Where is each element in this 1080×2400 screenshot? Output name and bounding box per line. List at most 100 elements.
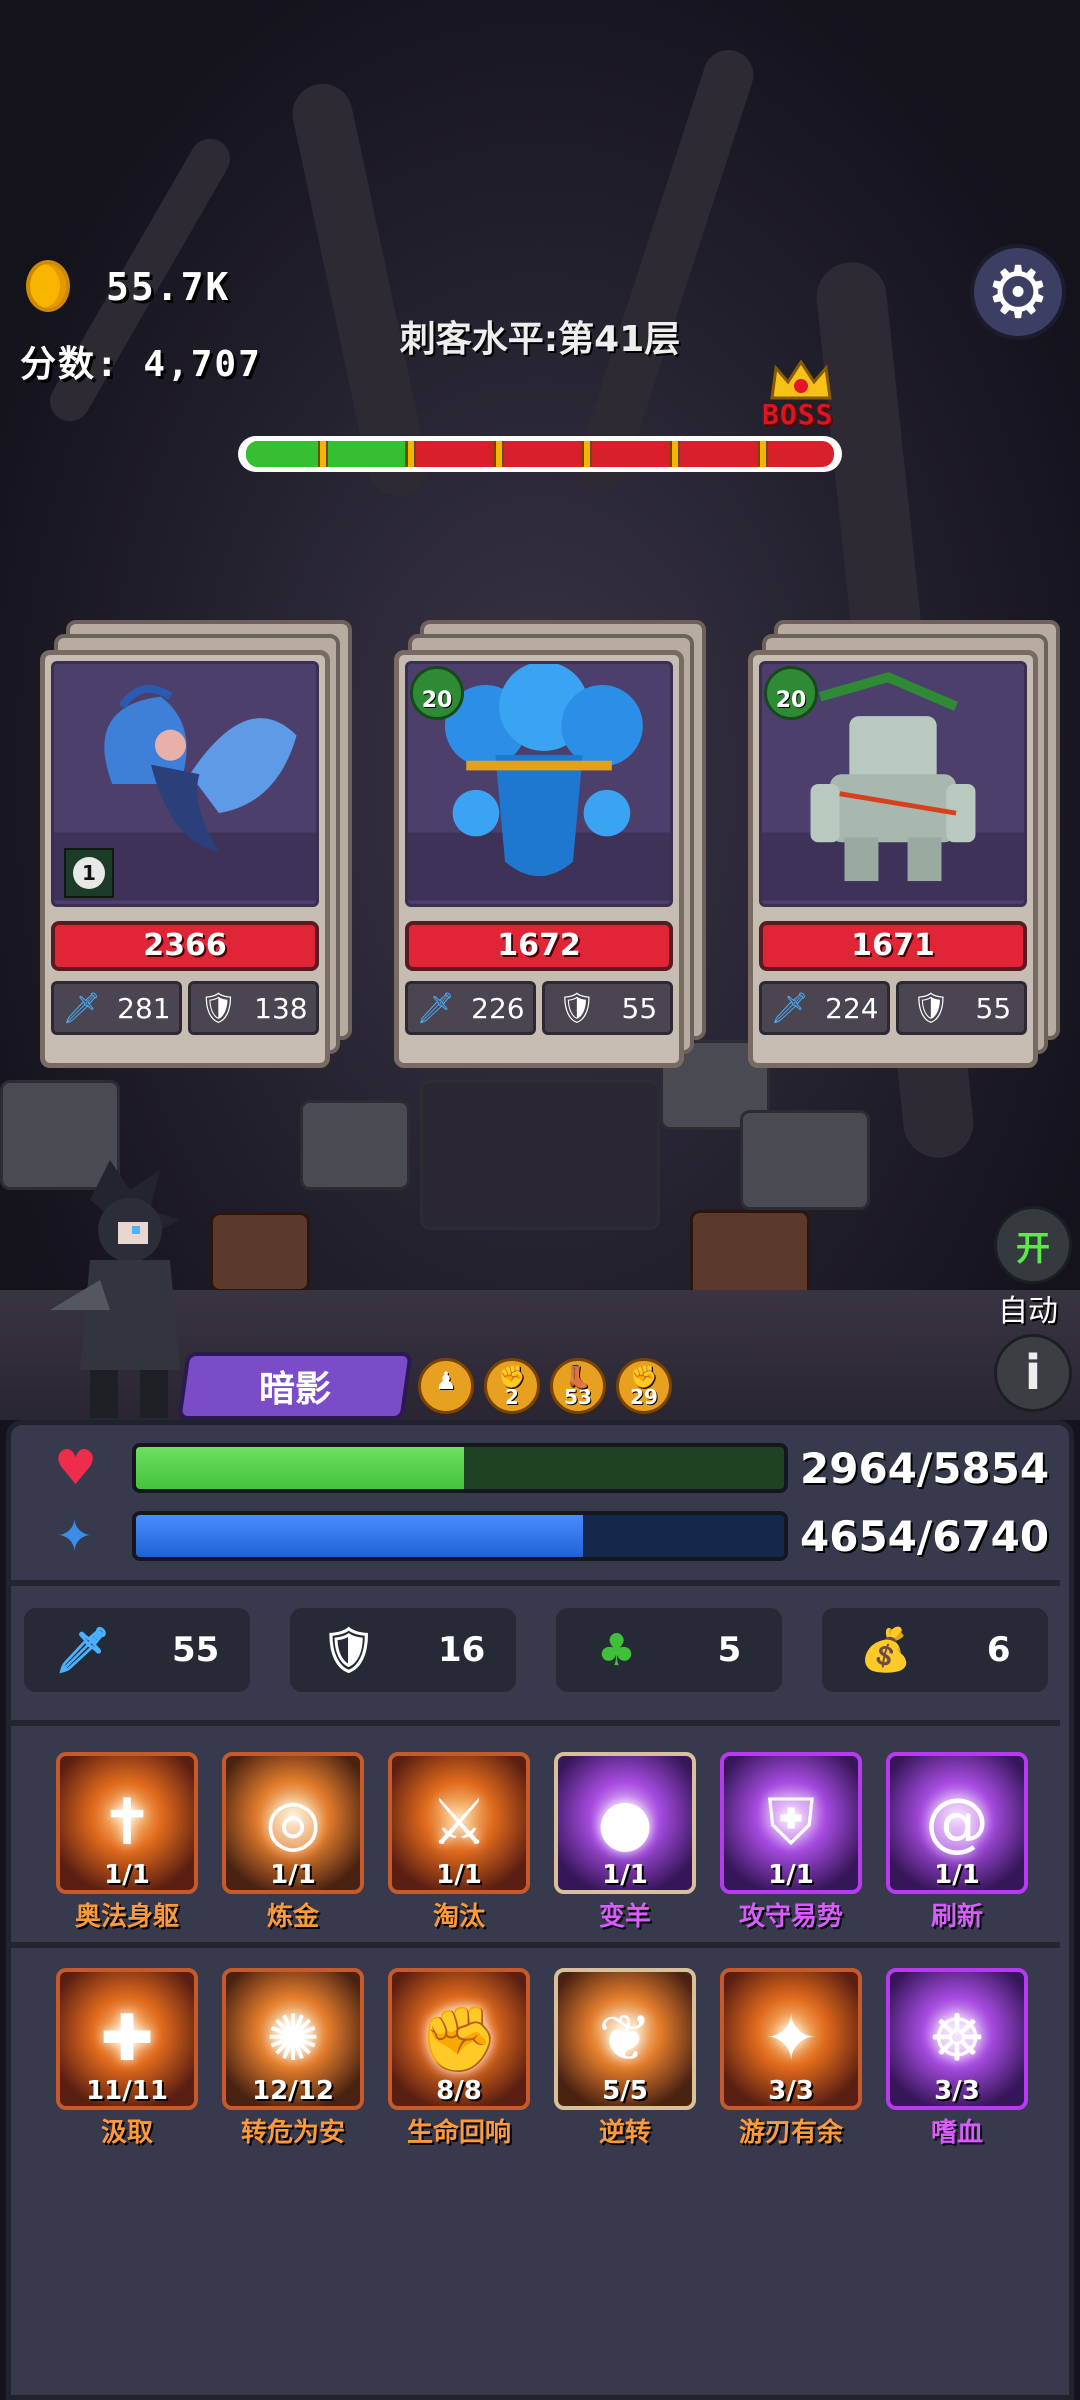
money-bag-icon: 💰 bbox=[859, 1625, 912, 1674]
defense-stat[interactable]: 🛡 16 bbox=[290, 1608, 516, 1692]
coin-icon bbox=[26, 260, 70, 312]
shield-sun-icon: ⛨ bbox=[767, 1786, 815, 1860]
enemy-attack: 🗡 281 bbox=[51, 981, 182, 1035]
enemy-card-stack[interactable]: 20 1672 🗡 226 🛡 55 bbox=[394, 620, 714, 1068]
buff-figure[interactable]: ♟ bbox=[418, 1358, 474, 1414]
clover-icon: ♣ bbox=[596, 1624, 637, 1676]
stone-block bbox=[300, 1100, 410, 1190]
enemy-hp-bar: 1672 bbox=[405, 921, 673, 971]
enemy-card-stack[interactable]: 20 1671 🗡 224 🛡 55 bbox=[748, 620, 1068, 1068]
enemy-card[interactable]: 1 2366 🗡 281 🛡 138 bbox=[40, 650, 330, 1068]
treasure-chest bbox=[210, 1212, 310, 1292]
wave-marker bbox=[670, 441, 680, 467]
energy-row: ✦ 4654/6740 bbox=[40, 1504, 1049, 1568]
hp-bar-fill bbox=[136, 1447, 464, 1489]
wing-icon: ❦ bbox=[598, 2002, 652, 2076]
blade-spin-icon: ✦ bbox=[764, 2002, 818, 2076]
hp-row: ♥ 2964/5854 bbox=[40, 1436, 1049, 1500]
energy-bar bbox=[132, 1511, 788, 1561]
fist-icon: ✊ bbox=[498, 1365, 526, 1390]
enemy-attack: 🗡 224 bbox=[759, 981, 890, 1035]
buff-boot[interactable]: 👢 53 bbox=[550, 1358, 606, 1414]
hero-name-tag[interactable]: 暗影 bbox=[177, 1352, 413, 1420]
heart-icon: ♥ bbox=[54, 1440, 98, 1496]
buff-fist-2[interactable]: ✊ 29 bbox=[616, 1358, 672, 1414]
skill-refresh[interactable]: @1/1 刷新 bbox=[886, 1752, 1028, 1933]
shield-icon: 🛡 bbox=[320, 1625, 377, 1676]
slash-icon: ⚔ bbox=[430, 1786, 488, 1860]
wave-marker bbox=[318, 441, 328, 467]
target-icon: ◎ bbox=[265, 1786, 321, 1860]
hero-name: 暗影 bbox=[258, 1369, 331, 1410]
enemy-portrait: 20 bbox=[759, 661, 1027, 907]
boss-label: BOSS bbox=[762, 398, 834, 431]
enemy-card[interactable]: 20 1671 🗡 224 🛡 55 bbox=[748, 650, 1038, 1068]
skill-bloodthirst[interactable]: ☸ 3/3 嗜血 bbox=[886, 1968, 1028, 2149]
sword-icon: 🗡 bbox=[770, 990, 809, 1026]
sword-icon: 🗡 bbox=[62, 990, 101, 1026]
enemy-defense: 🛡 138 bbox=[188, 981, 319, 1035]
skill-arcane-body[interactable]: ✝ 1/1 奥法身躯 bbox=[56, 1752, 198, 1933]
enemy-attack: 🗡 226 bbox=[405, 981, 536, 1035]
skill-reversal[interactable]: ❦ 5/5 逆转 bbox=[554, 1968, 696, 2149]
winged-cross-icon: ✝ bbox=[100, 1786, 154, 1860]
dungeon-doorway bbox=[420, 1080, 660, 1230]
plus-cross-icon: ✚ bbox=[100, 2002, 154, 2076]
coin-value: 55.7K bbox=[106, 265, 231, 309]
shield-icon: 🛡 bbox=[911, 990, 950, 1026]
meditating-figure-icon: ☸ bbox=[928, 2002, 986, 2076]
info-button[interactable]: i bbox=[994, 1334, 1072, 1412]
shield-icon: 🛡 bbox=[199, 990, 238, 1026]
energy-icon: ✦ bbox=[56, 1510, 93, 1562]
skill-life-echo[interactable]: ✊ 8/8 生命回响 bbox=[388, 1968, 530, 2149]
skill-swap-stance[interactable]: ⛨ 1/1 攻守易势 bbox=[720, 1752, 862, 1933]
boot-icon: 👢 bbox=[564, 1365, 592, 1390]
luck-stat[interactable]: ♣ 5 bbox=[556, 1608, 782, 1692]
sword-icon: 🗡 bbox=[54, 1625, 111, 1676]
skill-deft-blade[interactable]: ✦ 3/3 游刃有余 bbox=[720, 1968, 862, 2149]
level-title: 刺客水平:第41层 bbox=[399, 319, 681, 360]
enemy-level-badge: 20 bbox=[410, 666, 464, 720]
hp-bar bbox=[132, 1443, 788, 1493]
skill-drain[interactable]: ✚ 11/11 汲取 bbox=[56, 1968, 198, 2149]
energy-value: 4654/6740 bbox=[800, 1511, 1050, 1561]
fist-icon: ✊ bbox=[630, 1365, 658, 1390]
enemy-level-corner: 1 bbox=[64, 848, 114, 898]
swirl-icon: @ bbox=[925, 1786, 989, 1860]
battle-scene: 55.7K 分数: 4,707 刺客水平:第41层 ⚙ BOSS 1 2366 … bbox=[0, 0, 1080, 1420]
enemy-defense: 🛡 55 bbox=[542, 981, 673, 1035]
skill-turn-danger[interactable]: ✺ 12/12 转危为安 bbox=[222, 1968, 364, 2149]
enemy-hp-bar: 1671 bbox=[759, 921, 1027, 971]
heal-burst-icon: ✺ bbox=[266, 2002, 320, 2076]
settings-button[interactable]: ⚙ bbox=[970, 244, 1066, 340]
crown-icon bbox=[770, 360, 832, 400]
gear-icon: ⚙ bbox=[985, 250, 1051, 334]
attack-stat[interactable]: 🗡 55 bbox=[24, 1608, 250, 1692]
skill-alchemy[interactable]: ◎ 1/1 炼金 bbox=[222, 1752, 364, 1933]
info-icon: i bbox=[1024, 1345, 1042, 1401]
buff-fist-1[interactable]: ✊ 2 bbox=[484, 1358, 540, 1414]
auto-label: 自动 bbox=[998, 1294, 1058, 1329]
skill-polymorph[interactable]: ● 1/1 变羊 bbox=[554, 1752, 696, 1933]
wave-marker bbox=[406, 441, 416, 467]
enemy-level-badge: 20 bbox=[764, 666, 818, 720]
enemy-portrait: 20 bbox=[405, 661, 673, 907]
stone-block bbox=[740, 1110, 870, 1210]
enemy-defense: 🛡 55 bbox=[896, 981, 1027, 1035]
flexed-arm-icon: ✊ bbox=[419, 2002, 499, 2077]
sword-icon: 🗡 bbox=[416, 990, 455, 1026]
shield-icon: 🛡 bbox=[557, 990, 596, 1026]
auto-toggle-button[interactable]: 开 bbox=[994, 1206, 1072, 1284]
crystal-ball-icon: ● bbox=[597, 1786, 653, 1860]
wave-marker bbox=[582, 441, 592, 467]
wave-marker bbox=[758, 441, 768, 467]
figure-icon: ♟ bbox=[435, 1367, 457, 1395]
bag-stat[interactable]: 💰 6 bbox=[822, 1608, 1048, 1692]
enemy-card-stack[interactable]: 1 2366 🗡 281 🛡 138 bbox=[40, 620, 360, 1068]
stage-progress-bar bbox=[238, 436, 842, 472]
skill-eliminate[interactable]: ⚔ 1/1 淘汰 bbox=[388, 1752, 530, 1933]
enemy-card[interactable]: 20 1672 🗡 226 🛡 55 bbox=[394, 650, 684, 1068]
hp-value: 2964/5854 bbox=[800, 1443, 1050, 1493]
tree-branch bbox=[570, 43, 760, 497]
enemy-portrait: 1 bbox=[51, 661, 319, 907]
